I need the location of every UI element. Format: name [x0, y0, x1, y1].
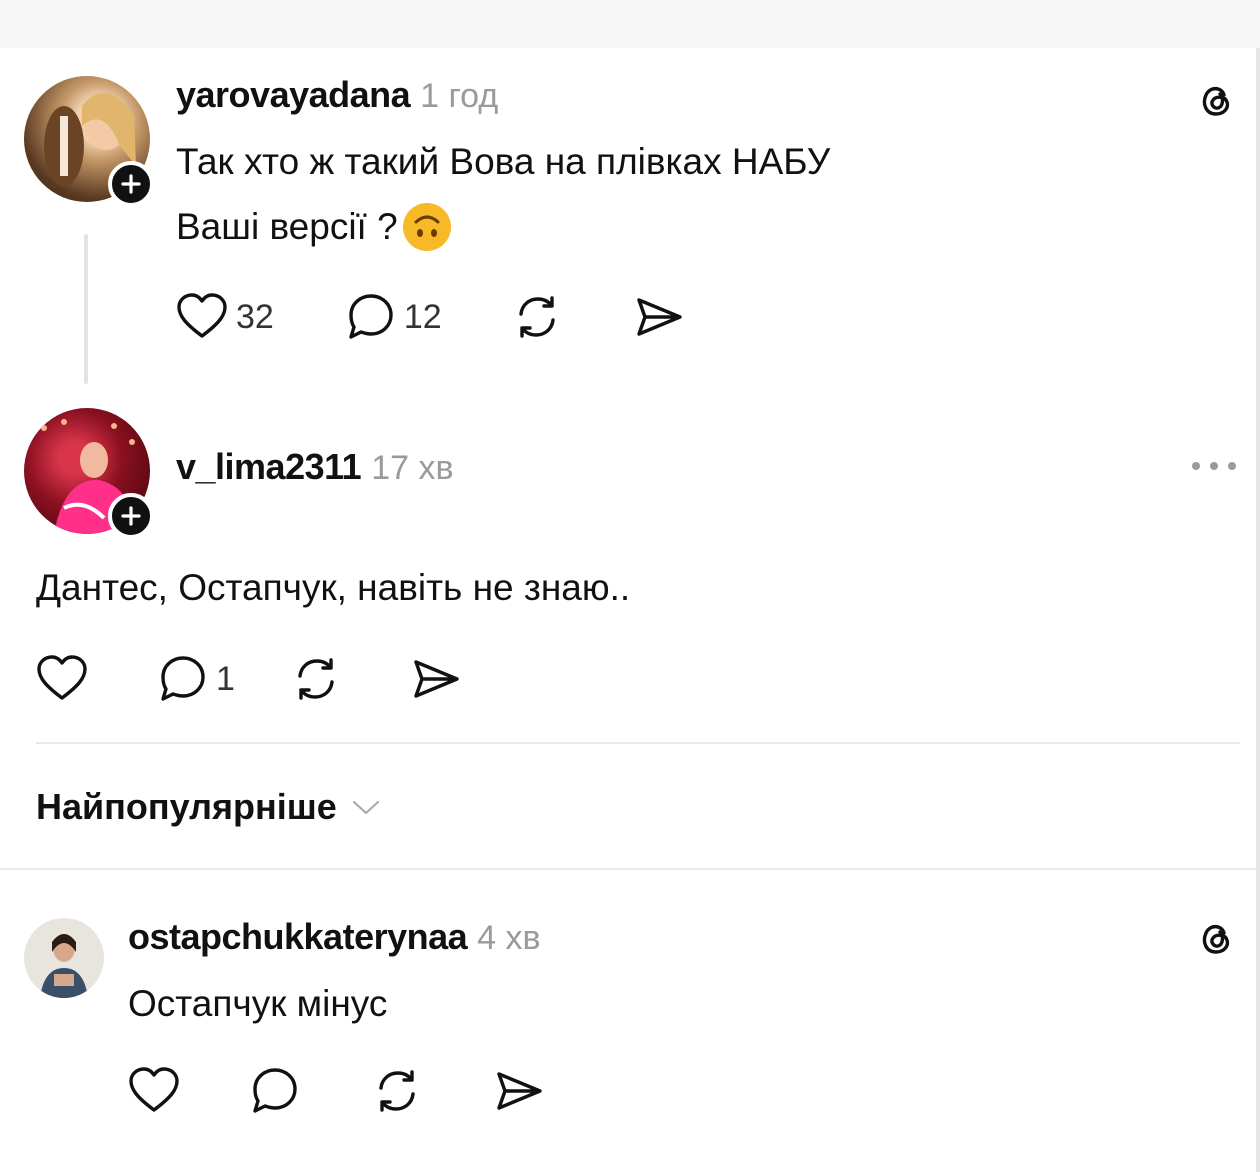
share-button[interactable]: [634, 292, 684, 342]
heart-icon: [129, 1067, 179, 1112]
timestamp: 1 год: [420, 77, 499, 115]
follow-plus-button[interactable]: [108, 161, 154, 207]
share-button[interactable]: [494, 1066, 544, 1116]
top-bar: [0, 0, 1260, 48]
repost-icon: [298, 658, 334, 700]
share-icon: [414, 660, 459, 698]
post-header: yarovayadana 1 год: [176, 74, 498, 116]
more-dots-icon[interactable]: [1190, 458, 1238, 479]
reply-bubble-icon: [161, 656, 205, 701]
repost-icon: [379, 1070, 415, 1112]
repost-button[interactable]: [291, 654, 341, 704]
divider: [36, 742, 1240, 744]
reply-button[interactable]: 12: [346, 292, 442, 342]
post-text: Дантес, Остапчук, навіть не знаю..: [36, 567, 631, 608]
divider: [0, 868, 1256, 870]
username[interactable]: v_lima2311: [176, 446, 362, 488]
username[interactable]: ostapchukkaterynaa: [128, 916, 468, 958]
threads-logo-icon[interactable]: [1196, 918, 1236, 963]
post-text: Остапчук мінус: [128, 983, 388, 1024]
share-button[interactable]: [411, 654, 461, 704]
sort-dropdown[interactable]: Найпопулярніше: [36, 786, 381, 828]
post-header: v_lima2311 17 хв: [176, 446, 454, 488]
post-actions: 1: [36, 654, 461, 704]
post-actions: [128, 1066, 544, 1116]
like-count: 32: [236, 297, 274, 336]
threads-logo-icon[interactable]: [1196, 80, 1236, 125]
username[interactable]: yarovayadana: [176, 74, 411, 116]
repost-button[interactable]: [512, 292, 562, 342]
post-actions: 32 12: [176, 292, 684, 342]
heart-icon: [177, 293, 227, 338]
reply-bubble-icon: [253, 1068, 297, 1113]
repost-button[interactable]: [372, 1066, 422, 1116]
post-header: ostapchukkaterynaa 4 хв: [128, 916, 541, 958]
like-button[interactable]: 32: [176, 292, 274, 342]
post-text-line: Так хто ж такий Вова на плівках НАБУ: [176, 141, 831, 182]
follow-plus-button[interactable]: [108, 493, 154, 539]
share-icon: [636, 298, 682, 336]
timestamp: 17 хв: [371, 449, 454, 487]
timestamp: 4 хв: [477, 919, 541, 957]
reply-count: 1: [216, 659, 235, 698]
reply-bubble-icon: [349, 294, 393, 339]
chevron-down-icon: [352, 800, 379, 815]
share-icon: [497, 1072, 542, 1110]
post-text: Так хто ж такий Вова на плівках НАБУ Ваш…: [176, 140, 830, 252]
heart-icon: [37, 655, 87, 700]
upside-down-face-emoji: [402, 202, 452, 252]
like-button[interactable]: [128, 1066, 188, 1116]
avatar-ostapchukkaterynaa[interactable]: [24, 918, 104, 998]
reply-count: 12: [403, 297, 442, 336]
repost-icon: [518, 296, 555, 338]
reply-button[interactable]: 1: [158, 654, 235, 704]
post-text-line: Ваші версії ?: [176, 206, 398, 248]
like-button[interactable]: [36, 654, 96, 704]
reply-button[interactable]: [250, 1066, 308, 1116]
sort-label: Найпопулярніше: [36, 786, 337, 827]
scroll-edge: [1256, 48, 1260, 1172]
thread-line: [84, 234, 88, 384]
